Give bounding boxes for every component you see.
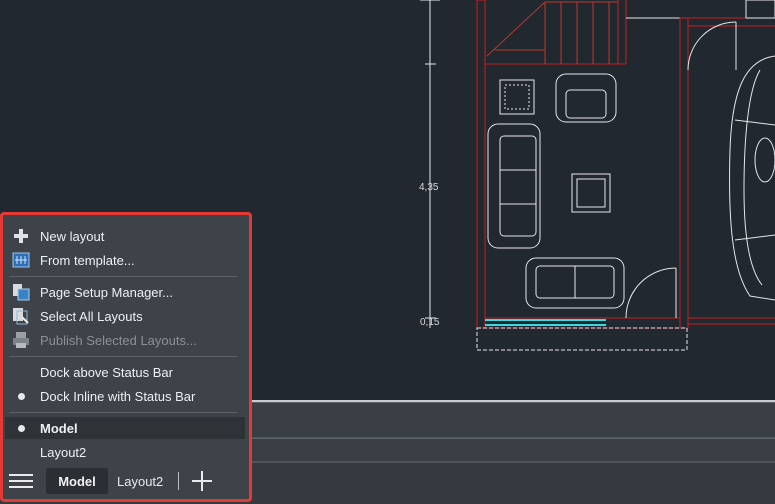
menu-item-dock-above-status-bar[interactable]: Dock above Status Bar bbox=[5, 361, 245, 383]
select-layouts-icon bbox=[11, 306, 31, 326]
template-icon bbox=[11, 250, 31, 270]
menu-item-label: Select All Layouts bbox=[40, 308, 143, 324]
tab-divider bbox=[178, 472, 179, 490]
menu-item-new-layout[interactable]: New layout bbox=[5, 225, 245, 247]
plus-icon bbox=[11, 226, 31, 246]
menu-item-label: Dock Inline with Status Bar bbox=[40, 388, 196, 404]
menu-item-page-setup-manager[interactable]: Page Setup Manager... bbox=[5, 281, 245, 303]
menu-item-label: New layout bbox=[40, 228, 105, 244]
menu-item-label: Page Setup Manager... bbox=[40, 284, 173, 300]
menu-separator bbox=[9, 356, 237, 357]
menu-item-model[interactable]: Model bbox=[5, 417, 245, 439]
tab-layout2[interactable]: Layout2 bbox=[117, 468, 163, 494]
menu-item-dock-inline-status-bar[interactable]: Dock Inline with Status Bar bbox=[5, 385, 245, 407]
tab-model[interactable]: Model bbox=[46, 468, 108, 494]
layout-context-menu: New layout From template... Page Setup M… bbox=[0, 212, 252, 502]
menu-item-publish-selected-layouts[interactable]: Publish Selected Layouts... bbox=[5, 329, 245, 351]
menu-item-label: Publish Selected Layouts... bbox=[40, 332, 197, 348]
dimension-label-wall: 0,15 bbox=[420, 317, 440, 328]
page-setup-icon bbox=[11, 282, 31, 302]
layout-tab-bar: Model Layout2 bbox=[3, 467, 245, 495]
menu-separator bbox=[9, 412, 237, 413]
menu-item-layout2[interactable]: Layout2 bbox=[5, 441, 245, 463]
menu-item-label: Dock above Status Bar bbox=[40, 364, 173, 380]
menu-item-from-template[interactable]: From template... bbox=[5, 249, 245, 271]
hamburger-menu-icon[interactable] bbox=[9, 471, 33, 491]
menu-item-label: Layout2 bbox=[40, 444, 87, 460]
radio-dot-icon bbox=[11, 386, 31, 406]
menu-separator bbox=[9, 276, 237, 277]
menu-item-label: Model bbox=[40, 420, 78, 436]
menu-item-select-all-layouts[interactable]: Select All Layouts bbox=[5, 305, 245, 327]
printer-icon bbox=[11, 330, 31, 350]
radio-dot-icon bbox=[11, 418, 31, 438]
menu-item-label: From template... bbox=[40, 252, 135, 268]
dimension-label-total: 4,35 bbox=[419, 182, 439, 193]
add-layout-plus-icon[interactable] bbox=[191, 470, 213, 492]
